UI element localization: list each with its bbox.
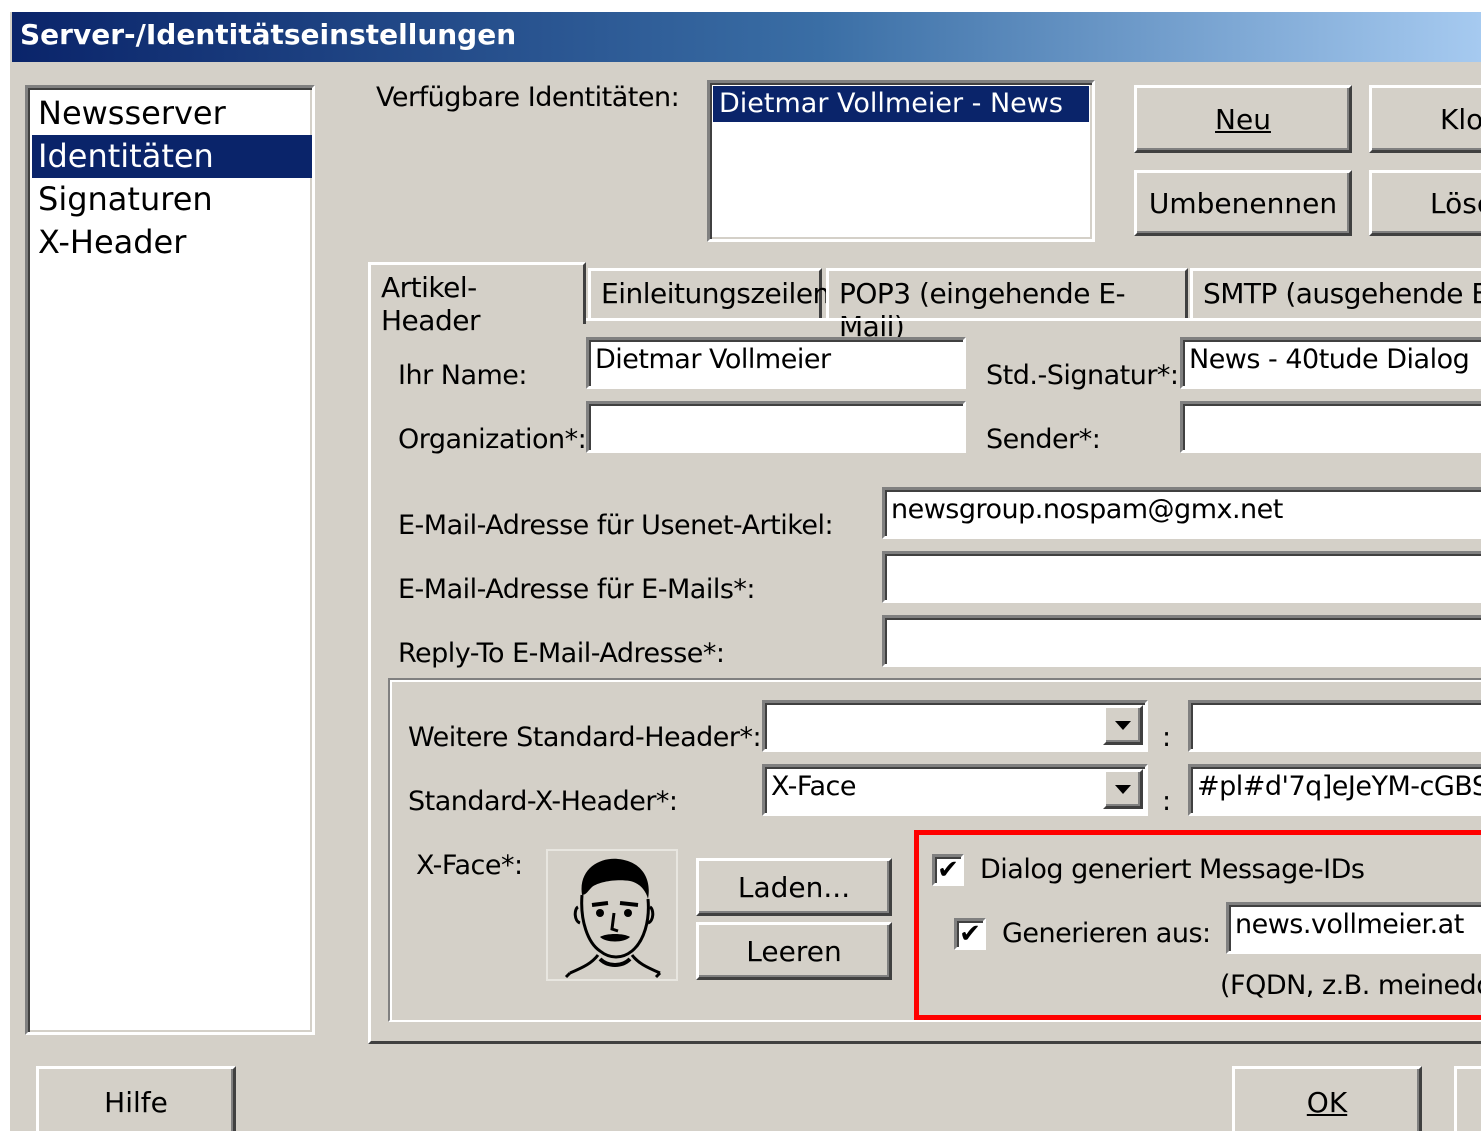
rename-identity-button[interactable]: Umbenennen [1134, 170, 1352, 236]
checkmark-icon: ✔ [959, 919, 981, 949]
identities-label: Verfügbare Identitäten: [376, 82, 680, 113]
tab-smtp[interactable]: SMTP (ausgehende E [1190, 268, 1481, 318]
xheader-separator: : [1162, 786, 1171, 817]
generate-message-ids-label: Dialog generiert Message-IDs [980, 854, 1365, 885]
settings-category-list[interactable]: Newsserver Identitäten Signaturen X-Head… [25, 85, 315, 1035]
signature-select[interactable]: News - 40tude Dialog [1180, 337, 1481, 389]
delete-identity-button-label: Lösc [1430, 186, 1481, 220]
xheader-label: Standard-X-Header*: [408, 786, 678, 817]
clear-xface-button[interactable]: Leeren [696, 922, 892, 980]
generate-from-label: Generieren aus: [1002, 918, 1211, 949]
clone-identity-button-label: Klo [1440, 102, 1481, 136]
organization-label: Organization*: [398, 424, 587, 455]
identities-list[interactable]: Dietmar Vollmeier - News [707, 80, 1095, 242]
further-headers-label: Weitere Standard-Header*: [408, 722, 762, 753]
new-identity-button-label: Neu [1215, 102, 1271, 136]
replyto-label: Reply-To E-Mail-Adresse*: [398, 638, 725, 669]
tab-einleitungszeilen[interactable]: Einleitungszeilen [588, 268, 830, 318]
sidebar-item-identitaeten[interactable]: Identitäten [32, 135, 312, 178]
email-field[interactable] [882, 551, 1481, 603]
sidebar-item-signaturen[interactable]: Signaturen [32, 178, 312, 221]
xface-label: X-Face*: [416, 850, 523, 881]
tab-artikel-header-label: Artikel-Header [381, 271, 480, 337]
generate-message-ids-checkbox[interactable]: ✔ [932, 854, 964, 886]
load-xface-button-label: Laden... [737, 870, 851, 904]
generate-from-checkbox[interactable]: ✔ [954, 918, 986, 950]
clone-identity-button[interactable]: Klo [1369, 85, 1481, 153]
window-edge-left [0, 0, 10, 1131]
face-portrait-icon [564, 858, 662, 979]
organization-field[interactable] [586, 401, 966, 453]
tab-artikel-header[interactable]: Artikel-Header [368, 262, 586, 337]
load-xface-button[interactable]: Laden... [696, 858, 892, 916]
further-headers-dropdown[interactable] [1103, 705, 1143, 745]
fqdn-hint: (FQDN, z.B. meinedo [1220, 970, 1481, 1001]
sender-label: Sender*: [986, 424, 1101, 455]
sidebar-item-x-header[interactable]: X-Header [32, 221, 312, 264]
settings-dialog: Server-/Identitätseinstellungen Newsserv… [0, 0, 1481, 1131]
clear-xface-button-label: Leeren [746, 934, 842, 968]
cancel-button[interactable] [1454, 1066, 1481, 1131]
tab-pop3[interactable]: POP3 (eingehende E-Mail) [826, 268, 1188, 343]
tab-smtp-label: SMTP (ausgehende E [1203, 277, 1481, 310]
xheader-combo-value: X-Face [771, 771, 856, 802]
window-edge-top [0, 0, 1481, 12]
tab-einleitungszeilen-label: Einleitungszeilen [601, 277, 830, 310]
name-field[interactable]: Dietmar Vollmeier [586, 337, 966, 389]
xheader-combo[interactable]: X-Face [762, 764, 1148, 816]
xheader-value-field[interactable]: #pl#d'7q]eJeYM-cGBS [1188, 764, 1481, 816]
xheader-dropdown[interactable] [1103, 769, 1143, 809]
identity-list-item[interactable]: Dietmar Vollmeier - News [713, 86, 1089, 122]
signature-label: Std.-Signatur*: [986, 360, 1179, 391]
chevron-down-icon [1115, 784, 1131, 794]
email-label: E-Mail-Adresse für E-Mails*: [398, 574, 756, 605]
title-bar[interactable]: Server-/Identitätseinstellungen [12, 12, 1481, 62]
generate-from-field[interactable]: news.vollmeier.at [1226, 902, 1481, 954]
help-button-label: Hilfe [104, 1085, 168, 1119]
window-title: Server-/Identitätseinstellungen [20, 18, 517, 51]
help-button[interactable]: Hilfe [36, 1066, 236, 1131]
delete-identity-button[interactable]: Lösc [1369, 170, 1481, 236]
xface-image [546, 849, 678, 981]
chevron-down-icon [1115, 720, 1131, 730]
replyto-field[interactable] [882, 615, 1481, 667]
usenet-email-field[interactable]: newsgroup.nospam@gmx.net [882, 487, 1481, 539]
further-headers-combo[interactable] [762, 700, 1148, 752]
further-headers-separator: : [1162, 722, 1171, 753]
sidebar-item-newsserver[interactable]: Newsserver [32, 92, 312, 135]
further-headers-value-field[interactable] [1188, 700, 1481, 752]
sender-field[interactable] [1180, 401, 1481, 453]
checkmark-icon: ✔ [937, 855, 959, 885]
new-identity-button[interactable]: Neu [1134, 85, 1352, 153]
ok-button-label: OK [1306, 1085, 1348, 1119]
name-label: Ihr Name: [398, 360, 528, 391]
ok-button[interactable]: OK [1232, 1066, 1422, 1131]
usenet-email-label: E-Mail-Adresse für Usenet-Artikel: [398, 510, 834, 541]
rename-identity-button-label: Umbenennen [1148, 186, 1338, 220]
